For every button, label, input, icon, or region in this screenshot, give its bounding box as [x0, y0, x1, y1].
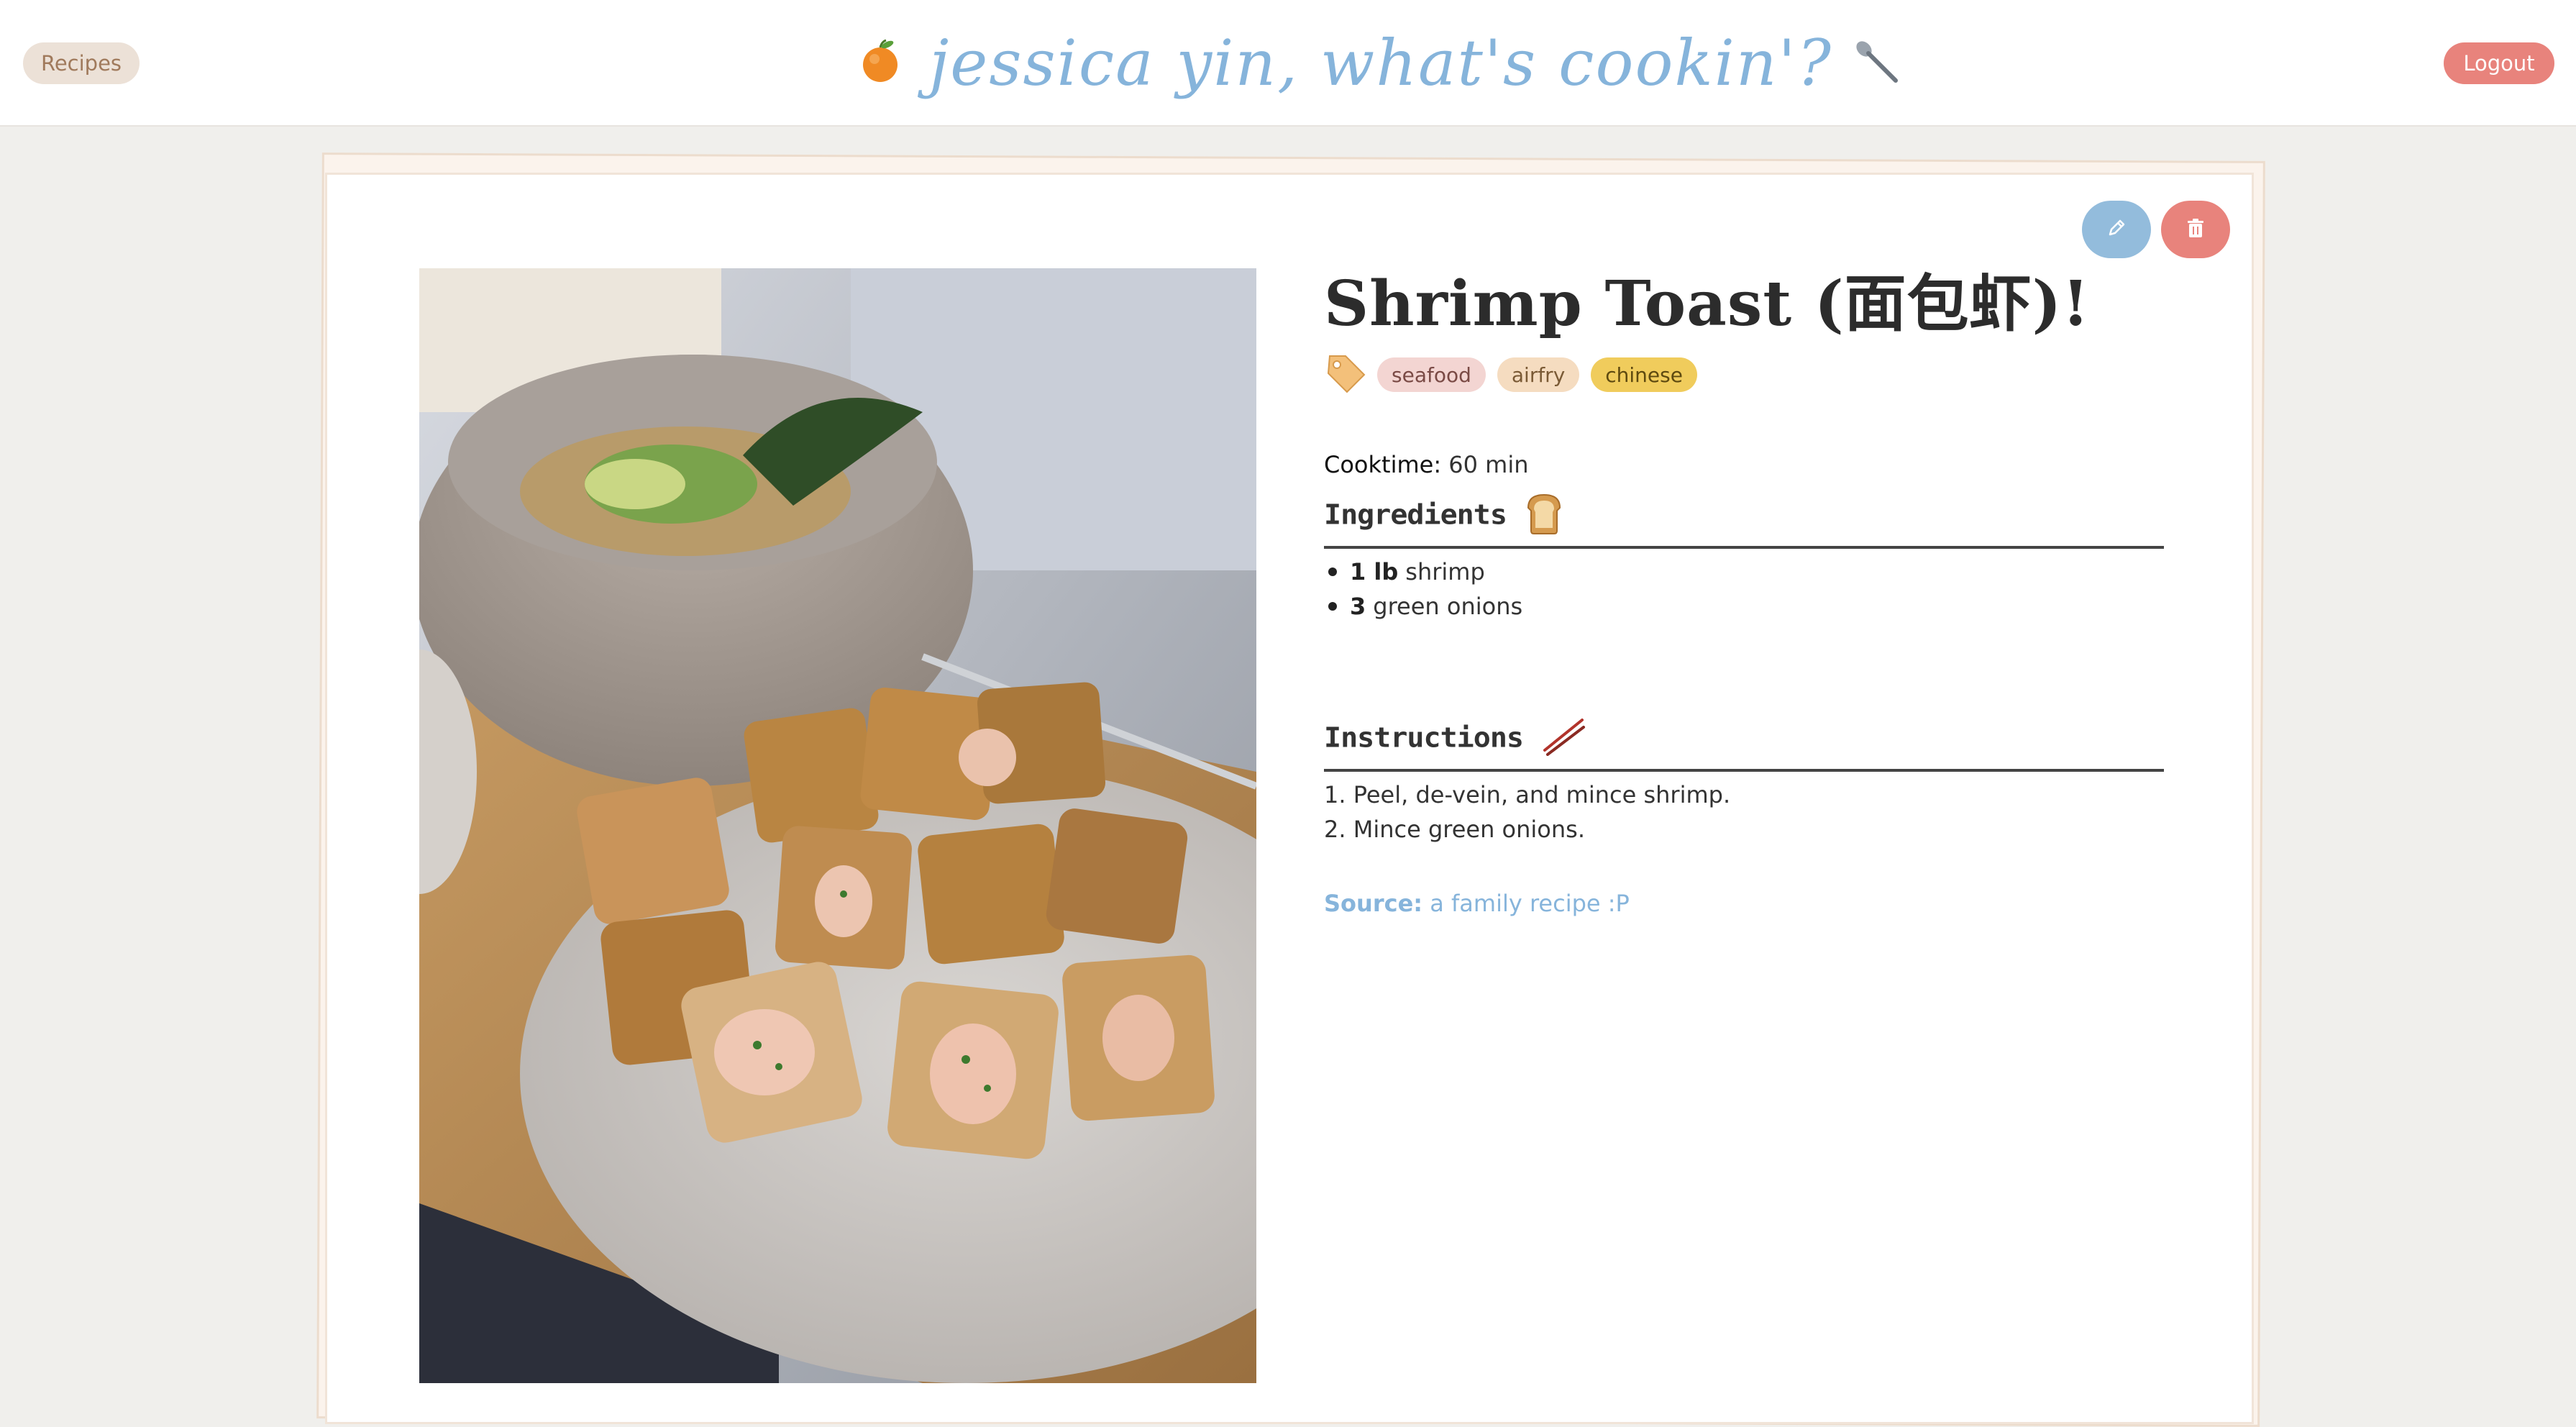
ingredients-heading: Ingredients [1324, 487, 2164, 549]
trash-icon [2186, 217, 2206, 242]
edit-button[interactable] [2082, 201, 2151, 258]
site-title-text: jessica yin, what's cookin'? [929, 25, 1832, 100]
price-tag-icon [1324, 352, 1367, 398]
list-item: 1 lb shrimp [1324, 555, 2164, 589]
instruction-step: 1. Peel, de-vein, and mince shrimp. [1324, 781, 1731, 808]
ingredient-qty: 1 lb [1350, 558, 1399, 585]
list-item: 3 green onions [1324, 589, 2164, 624]
top-bar: Recipes jessica yin, what's cookin'? Log… [0, 0, 2576, 127]
recipes-button[interactable]: Recipes [23, 42, 140, 84]
instruction-step: 2. Mince green onions. [1324, 816, 1585, 843]
bullet [1328, 567, 1337, 576]
instructions-list: 1. Peel, de-vein, and mince shrimp. 2. M… [1324, 778, 2164, 847]
instructions-heading: Instructions [1324, 710, 2164, 772]
recipe-title: Shrimp Toast (面包虾)! [1324, 268, 2091, 340]
ingredient-name: shrimp [1405, 558, 1485, 585]
cooktime: Cooktime: 60 min [1324, 451, 2164, 478]
cooktime-value: 60 min [1448, 451, 1529, 478]
source-label: Source: [1324, 890, 1423, 917]
recipe-details: Shrimp Toast (面包虾)! seafood airfry chine… [1324, 254, 2164, 917]
tag-chinese[interactable]: chinese [1591, 357, 1697, 392]
shrimp-toast-photo [419, 268, 1256, 1383]
site-title: jessica yin, what's cookin'? [860, 16, 1898, 109]
tag-seafood[interactable]: seafood [1377, 357, 1486, 392]
instructions-heading-label: Instructions [1324, 722, 1524, 754]
recipe-card: Shrimp Toast (面包虾)! seafood airfry chine… [325, 173, 2254, 1424]
ingredients-heading-label: Ingredients [1324, 499, 1507, 531]
tag-airfry[interactable]: airfry [1497, 357, 1580, 392]
cooktime-label: Cooktime: [1324, 451, 1442, 478]
ingredient-qty: 3 [1350, 593, 1366, 620]
source-link[interactable]: a family recipe :P [1430, 890, 1630, 917]
delete-button[interactable] [2161, 201, 2230, 258]
tag-list: seafood airfry chinese [1324, 346, 2164, 404]
source: Source: a family recipe :P [1324, 890, 2164, 917]
orange-icon [860, 37, 900, 88]
chopsticks-icon [1540, 717, 1586, 759]
spoon-icon [1851, 36, 1901, 89]
bullet [1328, 602, 1337, 611]
ingredient-name: green onions [1373, 593, 1523, 620]
logout-button[interactable]: Logout [2444, 42, 2554, 84]
ingredients-list: 1 lb shrimp 3 green onions [1324, 555, 2164, 624]
bread-icon [1524, 492, 1564, 538]
pencil-icon [2106, 217, 2127, 242]
